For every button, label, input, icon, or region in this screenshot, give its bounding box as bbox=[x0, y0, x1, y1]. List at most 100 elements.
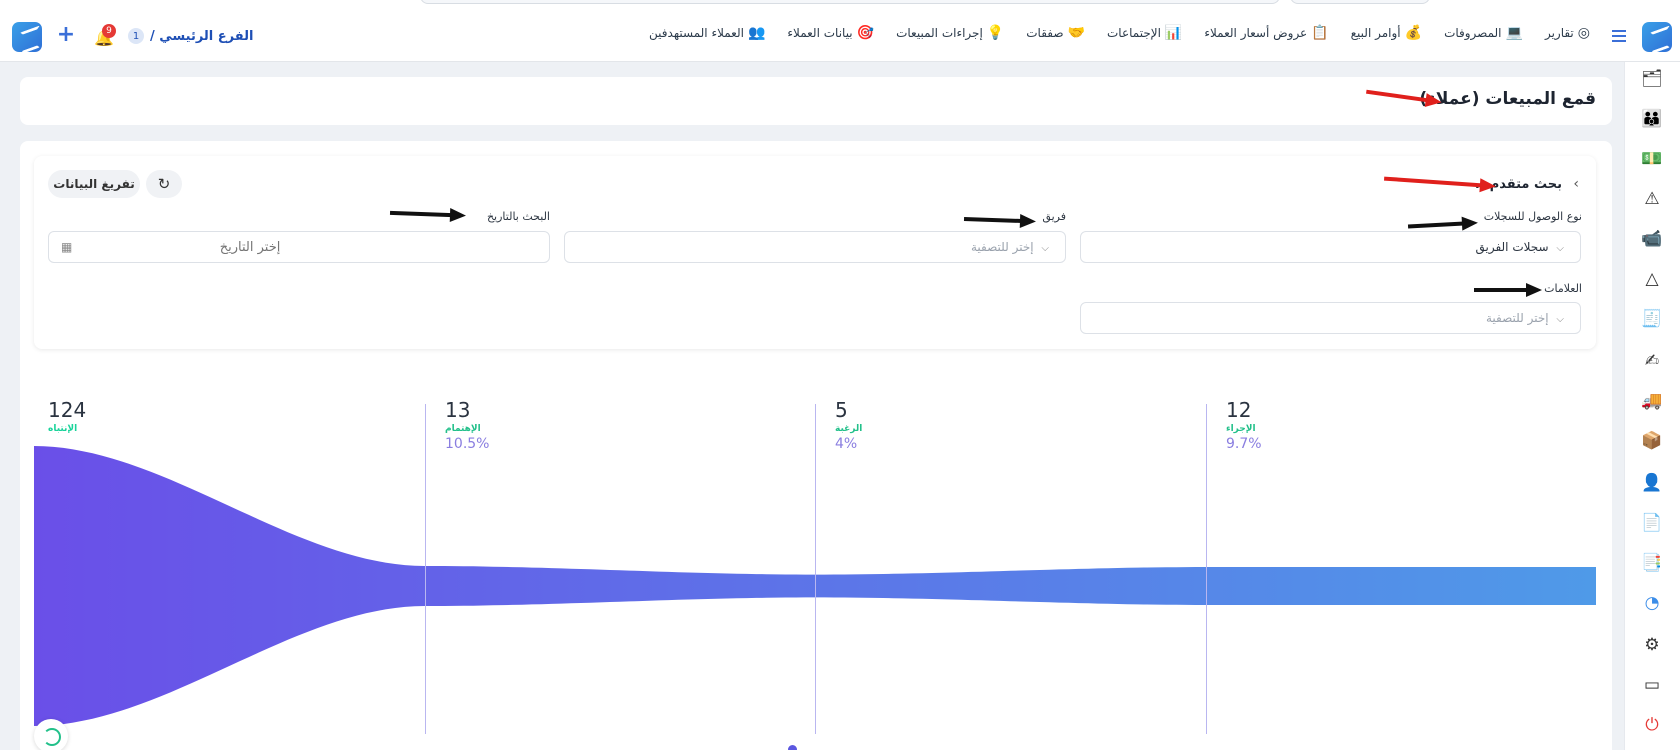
quotations-icon: 📋 bbox=[1311, 25, 1329, 41]
menu-icon[interactable] bbox=[1612, 30, 1626, 42]
customer-data-icon: 🎯 bbox=[856, 25, 875, 41]
tags-placeholder: إختر للتصفية bbox=[1485, 311, 1549, 325]
funnel-stage-value: 5 bbox=[835, 398, 848, 422]
sidebar-item-invoice-icon[interactable]: 🧾 bbox=[1641, 308, 1663, 330]
nav-item-sales-orders[interactable]: 💰 أوامر البيع bbox=[1351, 26, 1422, 40]
date-search-field[interactable]: ▦ bbox=[48, 231, 550, 263]
date-search-label: البحث بالتاريخ bbox=[486, 210, 550, 223]
funnel-stage-name: الإجراء bbox=[1226, 424, 1256, 434]
nav-item-meetings[interactable]: 📊 الإجتماعات bbox=[1107, 26, 1182, 40]
top-search-strip-secondary[interactable] bbox=[1290, 0, 1430, 4]
nav-item-reports[interactable]: ◎ تقارير bbox=[1545, 26, 1590, 40]
funnel-stage-value: 12 bbox=[1226, 398, 1252, 422]
funnel-stage-value: 124 bbox=[48, 398, 87, 422]
reports-icon: ◎ bbox=[1577, 25, 1590, 41]
top-search-strip[interactable] bbox=[420, 0, 1280, 4]
app-logo-icon[interactable] bbox=[1642, 22, 1672, 52]
nav-item-deals[interactable]: 🤝 صفقات bbox=[1026, 26, 1085, 40]
sidebar-item-window-icon[interactable]: ▭ bbox=[1641, 674, 1663, 696]
sidebar-item-truck-icon[interactable]: 🚚 bbox=[1641, 390, 1663, 412]
sidebar-item-new-record-icon[interactable]: 🗂 bbox=[1641, 68, 1663, 90]
refresh-icon[interactable]: ↻ bbox=[146, 170, 182, 198]
team-label: فريق bbox=[1042, 210, 1066, 223]
date-search-input[interactable] bbox=[80, 239, 281, 255]
branch-name: الفرع الرئيسي / bbox=[150, 28, 254, 44]
team-select[interactable]: ⌵ إختر للتصفية bbox=[564, 231, 1066, 263]
right-sidebar: 🗂 👪 💵 ⚠ 📹 △ 🧾 ✍ 🚚 📦 👤 📄 📑 ◔ ⚙ ▭ ⏻ bbox=[1624, 62, 1680, 750]
nav-item-quotations[interactable]: 📋 عروض أسعار العملاء bbox=[1204, 26, 1328, 40]
sales-orders-icon: 💰 bbox=[1404, 25, 1423, 41]
annotation-arrow-black-tags bbox=[1474, 283, 1542, 297]
funnel-stage-name: الإهتمام bbox=[445, 424, 481, 434]
funnel-stage-divider bbox=[425, 404, 426, 734]
sidebar-item-box-icon[interactable]: 📦 bbox=[1641, 430, 1663, 452]
nav-item-sales-actions[interactable]: 💡 إجراءات المبيعات bbox=[896, 26, 1004, 40]
chevron-down-icon: ⌵ bbox=[1041, 243, 1049, 254]
funnel-stage-name: الإنتباه bbox=[48, 424, 78, 434]
sidebar-item-power-icon[interactable]: ⏻ bbox=[1641, 714, 1663, 736]
nav-item-customer-data[interactable]: 🎯 بيانات العملاء bbox=[787, 26, 874, 40]
funnel-stage-value: 13 bbox=[445, 398, 471, 422]
access-type-select[interactable]: ⌵ سجلات الفريق bbox=[1080, 231, 1581, 263]
add-new-button[interactable]: + bbox=[54, 24, 78, 48]
sidebar-item-user-check-icon[interactable]: 👤 bbox=[1641, 472, 1663, 494]
nav-item-label: إجراءات المبيعات bbox=[896, 26, 983, 40]
nav-item-label: المصروفات bbox=[1444, 26, 1502, 40]
funnel-stage-1: 13 الإهتمام 10.5% bbox=[445, 398, 489, 452]
sidebar-item-team-icon[interactable]: 👪 bbox=[1641, 108, 1663, 130]
nav-item-label: العملاء المستهدفين bbox=[649, 26, 744, 40]
funnel-stage-percent: 10.5% bbox=[445, 436, 490, 452]
loading-spinner-icon bbox=[34, 719, 68, 750]
sidebar-item-analytics-icon[interactable]: ◔ bbox=[1641, 592, 1663, 614]
sales-funnel-chart: 124 الإنتباه 13 الإهتمام 10.5% 5 الرغبة 4% 12 الإ… bbox=[34, 390, 1596, 740]
funnel-stage-divider bbox=[815, 404, 816, 734]
calendar-icon: ▦ bbox=[61, 240, 73, 254]
nav-item-label: أوامر البيع bbox=[1350, 26, 1401, 40]
funnel-stage-2: 5 الرغبة 4% bbox=[835, 398, 862, 452]
nav-item-target-customers[interactable]: 👥 العملاء المستهدفين bbox=[649, 26, 765, 40]
funnel-stage-3: 12 الإجراء 9.7% bbox=[1226, 398, 1262, 452]
sidebar-item-add-document-icon[interactable]: 📄 bbox=[1641, 512, 1663, 534]
sidebar-item-signature-icon[interactable]: ✍ bbox=[1641, 350, 1663, 372]
funnel-stage-name: الرغبة bbox=[835, 424, 863, 434]
funnel-stage-divider bbox=[1206, 404, 1207, 734]
meetings-icon: 📊 bbox=[1164, 25, 1183, 41]
funnel-stage-0: 124 الإنتباه bbox=[48, 398, 86, 434]
tags-select[interactable]: ⌵ إختر للتصفية bbox=[1080, 302, 1581, 334]
sales-actions-icon: 💡 bbox=[986, 25, 1005, 41]
branch-count-badge: 1 bbox=[128, 28, 144, 44]
main-nav: 👥 العملاء المستهدفين 🎯 بيانات العملاء 💡 … bbox=[649, 26, 1590, 40]
branch-selector[interactable]: الفرع الرئيسي / 1 bbox=[128, 28, 253, 44]
nav-item-label: الإجتماعات bbox=[1106, 26, 1161, 40]
sidebar-item-document-money-icon[interactable]: 📑 bbox=[1641, 552, 1663, 574]
deals-icon: 🤝 bbox=[1067, 25, 1085, 41]
top-bar: 👥 العملاء المستهدفين 🎯 بيانات العملاء 💡 … bbox=[0, 0, 1680, 62]
secondary-logo-icon[interactable] bbox=[12, 22, 42, 52]
team-placeholder: إختر للتصفية bbox=[970, 240, 1034, 254]
funnel-stage-percent: 4% bbox=[835, 436, 858, 452]
nav-item-label: بيانات العملاء bbox=[787, 26, 853, 40]
nav-item-label: عروض أسعار العملاء bbox=[1204, 26, 1308, 40]
title-card: قمع المبيعات (عملاء) bbox=[20, 77, 1612, 125]
sidebar-item-video-call-icon[interactable]: 📹 bbox=[1641, 228, 1663, 250]
nav-item-label: تقارير bbox=[1544, 26, 1574, 40]
chevron-left-icon[interactable]: ‹ bbox=[1573, 176, 1579, 192]
page-title: قمع المبيعات (عملاء) bbox=[1419, 89, 1596, 109]
clear-data-button[interactable]: تفريغ البيانات bbox=[48, 170, 140, 198]
sidebar-item-settings-icon[interactable]: ⚙ bbox=[1641, 634, 1663, 656]
expenses-icon: 💻 bbox=[1505, 25, 1523, 41]
access-type-label: نوع الوصول للسجلات bbox=[1483, 210, 1582, 223]
chevron-down-icon: ⌵ bbox=[1556, 243, 1564, 254]
nav-item-expenses[interactable]: 💻 المصروفات bbox=[1444, 26, 1523, 40]
sidebar-item-money-icon[interactable]: 💵 bbox=[1641, 148, 1663, 170]
tags-label: العلامات bbox=[1544, 282, 1582, 295]
funnel-stage-percent: 9.7% bbox=[1226, 436, 1262, 452]
chevron-down-icon: ⌵ bbox=[1556, 314, 1564, 325]
sidebar-item-warning-icon[interactable]: ⚠ bbox=[1641, 188, 1663, 210]
access-type-value: سجلات الفريق bbox=[1475, 240, 1549, 254]
legend-marker bbox=[788, 745, 797, 750]
target-customers-icon: 👥 bbox=[747, 25, 766, 41]
nav-item-label: صفقات bbox=[1026, 26, 1064, 40]
sidebar-item-mountain-icon[interactable]: △ bbox=[1641, 268, 1663, 290]
notifications-count-badge: 9 bbox=[102, 24, 116, 38]
